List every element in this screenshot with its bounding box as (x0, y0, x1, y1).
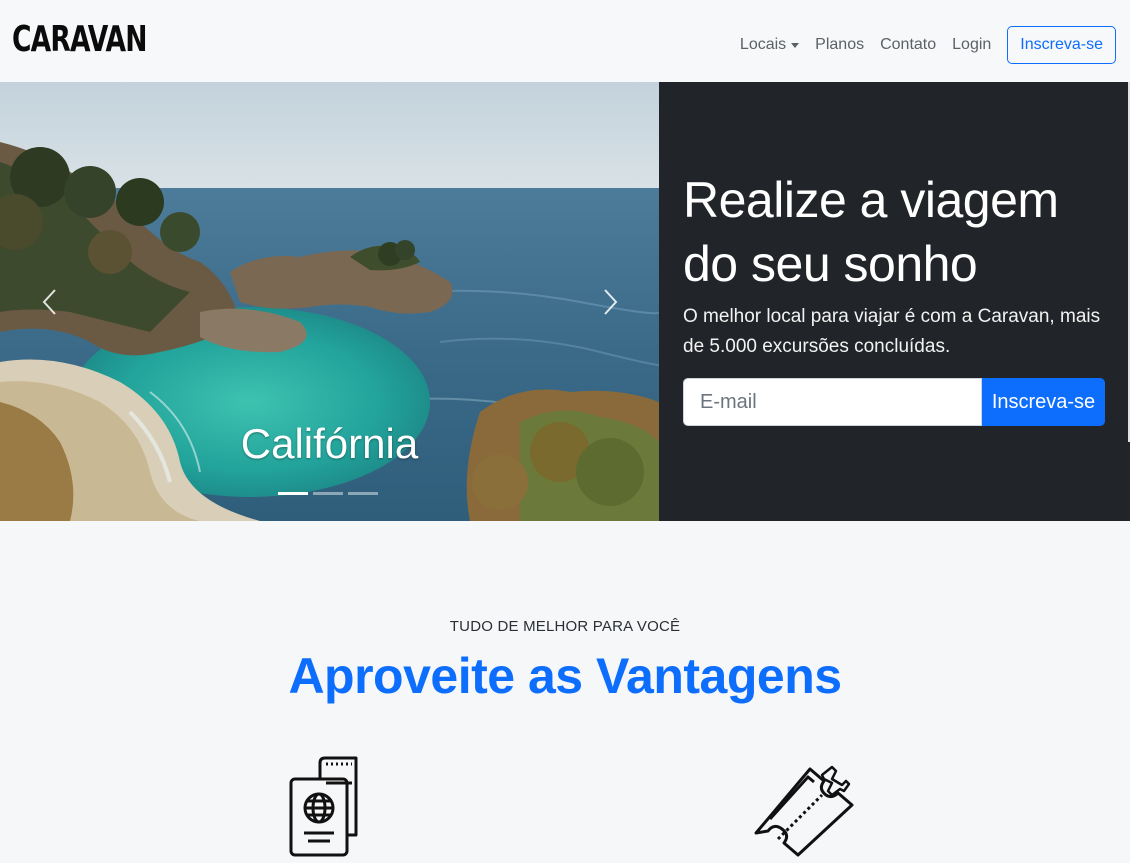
nav-item-login[interactable]: Login (952, 36, 991, 54)
hero-title: Realize a viagem do seu sonho (683, 172, 1059, 292)
nav-item-locais[interactable]: Locais (739, 36, 800, 54)
carousel-indicator-2[interactable] (313, 492, 343, 495)
chevron-left-icon (42, 289, 56, 315)
carousel-indicators (278, 492, 383, 495)
nav-item-label: Locais (739, 36, 787, 53)
carousel-caption: Califórnia (240, 420, 419, 467)
carousel-indicator-3[interactable] (348, 492, 378, 495)
nav-item-planos[interactable]: Planos (815, 36, 864, 54)
carousel: Califórnia (0, 82, 659, 521)
navbar: CARAVAN Locais Planos Contato Login Insc… (0, 0, 1130, 82)
hero-panel: Realize a viagem do seu sonho O melhor l… (659, 82, 1130, 521)
benefits-section: TUDO DE MELHOR PARA VOCÊ Aproveite as Va… (0, 521, 1130, 863)
signup-nav-button[interactable]: Inscreva-se (1007, 26, 1116, 64)
signup-submit-button[interactable]: Inscreva-se (982, 378, 1105, 426)
carousel-next-button[interactable] (594, 287, 624, 317)
hero-section: Califórnia Realize a viagem do seu sonho… (0, 82, 1130, 521)
section-eyebrow: TUDO DE MELHOR PARA VOCÊ (449, 618, 681, 635)
carousel-prev-button[interactable] (36, 287, 66, 317)
email-input[interactable] (683, 378, 982, 426)
hero-description: O melhor local para viajar é com a Carav… (683, 306, 1101, 357)
signup-form: Inscreva-se (683, 378, 1105, 426)
passport-icon (289, 756, 358, 857)
chevron-right-icon (604, 289, 618, 315)
caret-down-icon (791, 43, 800, 48)
nav-item-contato[interactable]: Contato (880, 36, 936, 54)
brand-logo[interactable]: CARAVAN (12, 19, 147, 60)
section-title: Aproveite as Vantagens (288, 648, 842, 704)
nav-links: Locais Planos Contato Login Inscreva-se (724, 26, 1116, 64)
carousel-indicator-1[interactable] (278, 492, 308, 495)
plane-ticket-icon (754, 765, 854, 857)
